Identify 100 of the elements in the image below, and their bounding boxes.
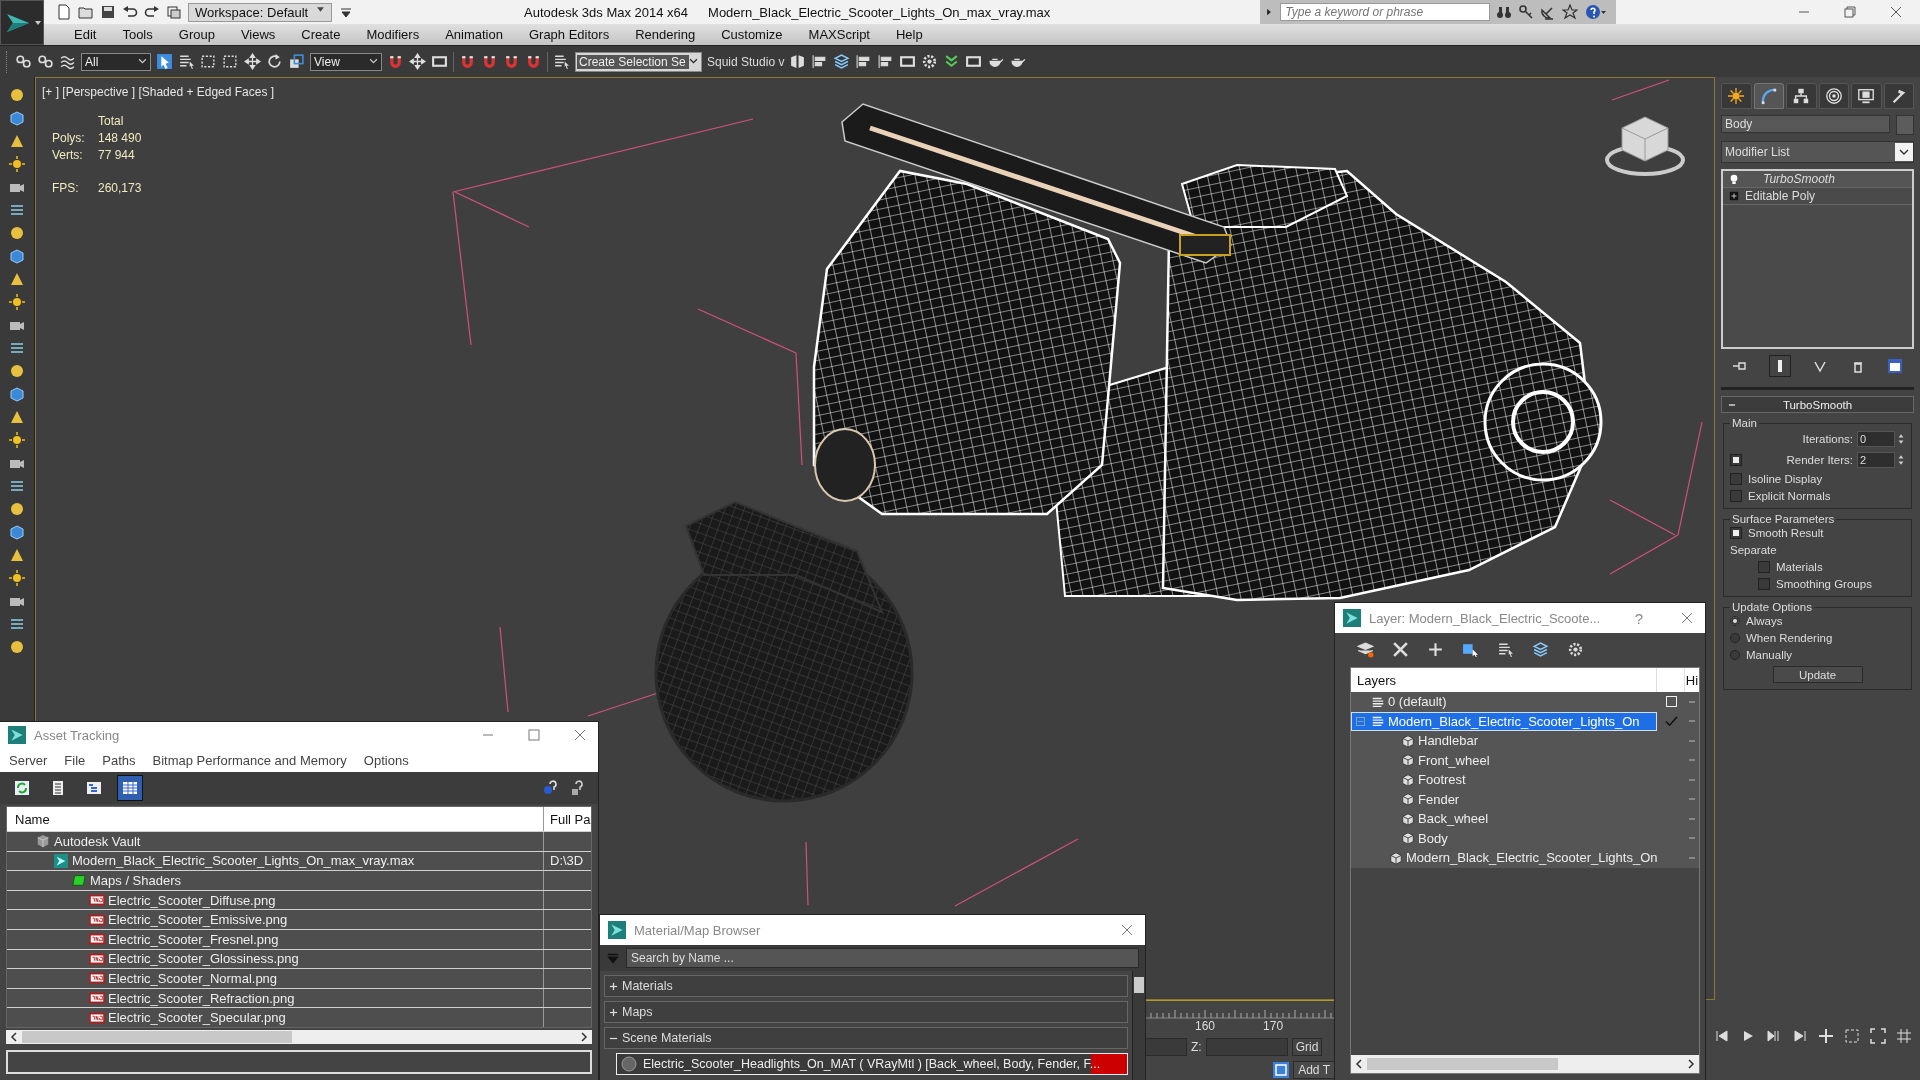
hide-toggle[interactable] [1689, 798, 1695, 801]
checkbox-label[interactable]: Isoline Display [1748, 473, 1823, 485]
reference-coordinate-dropdown[interactable]: View [310, 52, 382, 71]
category-header[interactable]: Materials [604, 975, 1128, 997]
menu-item[interactable]: Edit [74, 27, 97, 42]
menu-item[interactable]: Create [301, 27, 341, 42]
menu-item[interactable]: Options [363, 752, 409, 768]
helix-icon[interactable] [9, 202, 25, 218]
show-end-result-icon[interactable] [1769, 355, 1792, 377]
lightbulb-icon[interactable] [1729, 174, 1739, 184]
cube-icon[interactable] [9, 386, 25, 402]
close-icon[interactable] [1679, 610, 1695, 626]
radio-button[interactable] [1730, 616, 1740, 626]
restore-icon[interactable] [1842, 4, 1858, 20]
z-coordinate-field[interactable] [1205, 1038, 1288, 1056]
layer-row[interactable]: Modern_Black_Electric_Scooter_Lights_On [1351, 711, 1657, 731]
close-icon[interactable] [572, 727, 588, 743]
open-folder-icon[interactable] [78, 4, 94, 20]
hide-toggle[interactable] [1689, 856, 1695, 859]
menu-item[interactable]: Animation [445, 27, 503, 42]
unlink-icon[interactable] [37, 53, 54, 70]
help-icon[interactable] [1584, 4, 1609, 20]
object-name-field[interactable]: Body [1721, 115, 1890, 133]
object-color-swatch[interactable] [1896, 115, 1914, 135]
table-view-icon[interactable] [118, 776, 142, 800]
undo-icon[interactable] [122, 4, 138, 20]
hide-toggle[interactable] [1689, 700, 1695, 703]
checkbox-label[interactable]: Materials [1776, 561, 1823, 573]
sphere-icon[interactable] [9, 639, 25, 655]
selection-filter-dropdown[interactable]: All [81, 52, 151, 71]
menu-item[interactable]: Modifiers [366, 27, 420, 42]
asset-name[interactable]: Maps / Shaders [90, 873, 182, 888]
star-icon[interactable] [1562, 4, 1579, 20]
project-folder-icon[interactable] [166, 4, 182, 20]
radio-label[interactable]: Always [1746, 615, 1783, 627]
x-coordinate-field[interactable] [1145, 1038, 1187, 1056]
light-icon[interactable] [9, 570, 25, 586]
helix-icon[interactable] [9, 616, 25, 632]
asset-name[interactable]: Modern_Black_Electric_Scooter_Lights_On_max_vray.max [72, 853, 415, 869]
asset-name[interactable]: Autodesk Vault [54, 833, 141, 849]
move-icon[interactable] [244, 53, 261, 70]
light-icon[interactable] [9, 294, 25, 310]
horizontal-scrollbar[interactable] [1351, 1055, 1699, 1073]
search-field[interactable]: Type a keyword or phrase [1280, 3, 1491, 21]
hide-toggle[interactable] [1689, 837, 1695, 840]
checkbox[interactable] [1730, 473, 1742, 485]
light-icon[interactable] [9, 432, 25, 448]
sphere-icon[interactable] [9, 501, 25, 517]
help-icon[interactable] [570, 780, 586, 796]
maximize-viewport-icon[interactable] [1870, 1028, 1886, 1044]
category-header[interactable]: Scene Materials [604, 1027, 1128, 1049]
angle-snap-icon[interactable] [481, 53, 498, 70]
hide-toggle[interactable] [1689, 817, 1695, 820]
zoom-extents-icon[interactable] [1844, 1028, 1860, 1044]
checkbox[interactable] [1730, 527, 1742, 539]
bind-icon[interactable] [59, 53, 76, 70]
binoculars-icon[interactable] [1496, 4, 1513, 20]
cone-icon[interactable] [9, 133, 25, 149]
hide-toggle[interactable] [1689, 739, 1695, 742]
menu-item[interactable]: Bitmap Performance and Memory [152, 752, 347, 768]
checkbox[interactable] [1758, 578, 1770, 590]
menu-item[interactable]: Views [240, 27, 276, 42]
radio-label[interactable]: Manually [1746, 649, 1793, 661]
checkbox[interactable] [1758, 561, 1770, 573]
light-icon[interactable] [9, 156, 25, 172]
search-field[interactable]: Search by Name ... [626, 948, 1139, 968]
utilities-tab[interactable] [1883, 83, 1914, 109]
checkbox-label[interactable]: Smoothing Groups [1776, 578, 1872, 590]
category-header[interactable]: Maps [604, 1001, 1128, 1023]
checkbox[interactable] [1730, 490, 1742, 502]
hide-toggle[interactable] [1689, 759, 1695, 762]
current-layer-toggle[interactable] [1665, 696, 1677, 708]
hide-toggle[interactable] [1689, 720, 1695, 723]
sphere-icon[interactable] [9, 363, 25, 379]
checkbox-label[interactable]: Smooth Result [1748, 527, 1824, 539]
helix-icon[interactable] [9, 340, 25, 356]
workspace-dropdown[interactable]: Workspace: Default [188, 2, 332, 22]
modify-tab[interactable] [1753, 83, 1784, 109]
grid-icon[interactable] [1896, 1028, 1912, 1044]
hide-toggle[interactable] [1689, 778, 1695, 781]
layer-manager-icon[interactable] [833, 53, 851, 70]
checkbox[interactable] [1730, 454, 1742, 466]
layer-settings-icon[interactable] [1567, 640, 1584, 658]
menu-item[interactable]: Tools [122, 27, 153, 42]
cone-icon[interactable] [9, 271, 25, 287]
expand-icon[interactable] [609, 981, 618, 991]
helix-icon[interactable] [9, 478, 25, 494]
motion-tab[interactable] [1818, 83, 1849, 109]
next-frame-icon[interactable] [1766, 1028, 1782, 1044]
menu-item[interactable]: Rendering [635, 27, 696, 42]
display-tab[interactable] [1851, 83, 1882, 109]
scale-icon[interactable] [288, 53, 305, 70]
column-header[interactable]: Full Pa [544, 807, 591, 831]
close-icon[interactable] [1119, 922, 1135, 938]
modifier-stack-item[interactable]: Editable Poly [1723, 188, 1912, 205]
highlight-layer-icon[interactable] [1532, 640, 1549, 658]
spinner-snap-icon[interactable] [525, 53, 542, 70]
viewport-label[interactable]: [+ ] [Perspective ] [Shaded + Edged Faces ] [42, 85, 275, 99]
add-time-tag-button[interactable]: Add T [1293, 1061, 1335, 1079]
snap-icon[interactable] [459, 53, 476, 70]
